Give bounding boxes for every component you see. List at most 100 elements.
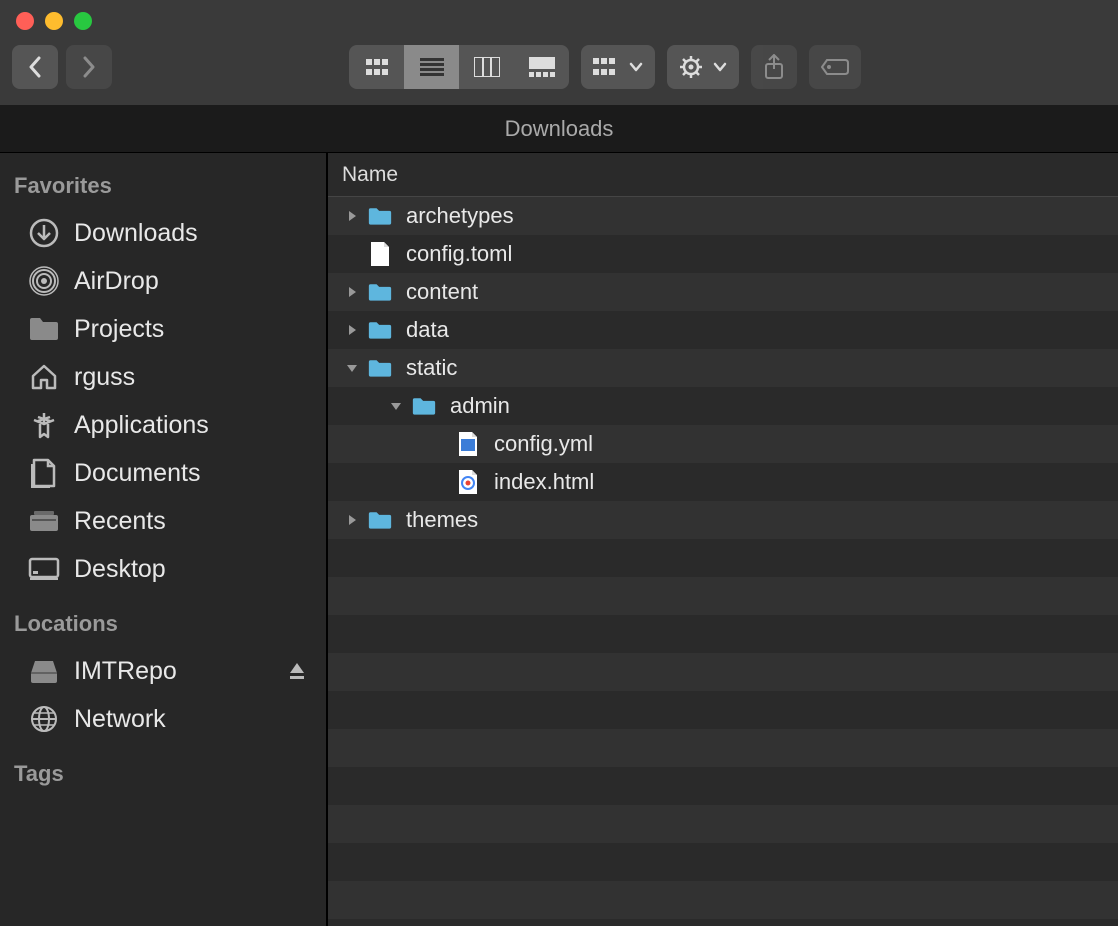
disclosure-closed-icon[interactable]	[342, 282, 362, 302]
sidebar-item-documents[interactable]: Documents	[0, 449, 326, 497]
sidebar-item-label: Applications	[74, 411, 209, 440]
maximize-button[interactable]	[74, 12, 92, 30]
column-view-button[interactable]	[459, 45, 514, 89]
gear-icon	[679, 55, 703, 79]
sidebar-item-rguss[interactable]: rguss	[0, 353, 326, 401]
disclosure-open-icon[interactable]	[342, 358, 362, 378]
sidebar-heading-favorites: Favorites	[0, 167, 326, 209]
sidebar-item-label: AirDrop	[74, 267, 159, 296]
folder-icon	[368, 316, 392, 344]
file-name: themes	[406, 507, 478, 533]
drive-icon	[28, 655, 60, 687]
sidebar-item-recents[interactable]: Recents	[0, 497, 326, 545]
sidebar-item-downloads[interactable]: Downloads	[0, 209, 326, 257]
disclosure-spacer	[430, 434, 450, 454]
recents-icon	[28, 505, 60, 537]
disclosure-closed-icon[interactable]	[342, 206, 362, 226]
column-header-name[interactable]: Name	[328, 153, 1118, 197]
html-file-icon	[456, 468, 480, 496]
sidebar-item-label: Recents	[74, 507, 166, 536]
file-list: archetypes config.toml content data static ad…	[328, 197, 1118, 926]
empty-row	[328, 843, 1118, 881]
disclosure-spacer	[430, 472, 450, 492]
action-button[interactable]	[667, 45, 739, 89]
file-row[interactable]: config.yml	[328, 425, 1118, 463]
empty-row	[328, 691, 1118, 729]
sidebar-item-label: Network	[74, 705, 166, 734]
tag-icon	[821, 58, 849, 76]
eject-icon[interactable]	[288, 661, 306, 681]
empty-row	[328, 653, 1118, 691]
network-icon	[28, 703, 60, 735]
sidebar-item-label: IMTRepo	[74, 657, 177, 686]
file-row[interactable]: admin	[328, 387, 1118, 425]
icon-view-button[interactable]	[349, 45, 404, 89]
disclosure-closed-icon[interactable]	[342, 320, 362, 340]
close-button[interactable]	[16, 12, 34, 30]
file-name: config.yml	[494, 431, 593, 457]
file-name: index.html	[494, 469, 594, 495]
sidebar-item-projects[interactable]: Projects	[0, 305, 326, 353]
chevron-down-icon	[629, 62, 643, 72]
forward-button[interactable]	[66, 45, 112, 89]
sidebar-item-label: rguss	[74, 363, 135, 392]
file-row[interactable]: archetypes	[328, 197, 1118, 235]
file-name: static	[406, 355, 457, 381]
empty-row	[328, 805, 1118, 843]
file-row[interactable]: index.html	[328, 463, 1118, 501]
sidebar-heading-locations: Locations	[0, 605, 326, 647]
disclosure-closed-icon[interactable]	[342, 510, 362, 530]
folder-icon	[368, 506, 392, 534]
empty-row	[328, 615, 1118, 653]
airdrop-icon	[28, 265, 60, 297]
back-button[interactable]	[12, 45, 58, 89]
sidebar-item-desktop[interactable]: Desktop	[0, 545, 326, 593]
file-row[interactable]: themes	[328, 501, 1118, 539]
sidebar-item-label: Desktop	[74, 555, 166, 584]
share-icon	[763, 54, 785, 80]
folder-icon	[368, 202, 392, 230]
file-row[interactable]: content	[328, 273, 1118, 311]
desktop-icon	[28, 553, 60, 585]
view-segmented-control	[349, 45, 569, 89]
folder-icon	[28, 313, 60, 345]
disclosure-spacer	[342, 244, 362, 264]
sidebar-item-network[interactable]: Network	[0, 695, 326, 743]
download-icon	[28, 217, 60, 249]
titlebar	[0, 0, 1118, 105]
empty-row	[328, 881, 1118, 919]
file-name: admin	[450, 393, 510, 419]
list-view-button[interactable]	[404, 45, 459, 89]
disclosure-open-icon[interactable]	[386, 396, 406, 416]
folder-icon	[368, 278, 392, 306]
file-name: content	[406, 279, 478, 305]
minimize-button[interactable]	[45, 12, 63, 30]
empty-row	[328, 577, 1118, 615]
yml-file-icon	[456, 430, 480, 458]
group-by-button[interactable]	[581, 45, 655, 89]
sidebar-item-label: Projects	[74, 315, 164, 344]
home-icon	[28, 361, 60, 393]
share-button[interactable]	[751, 45, 797, 89]
file-row[interactable]: static	[328, 349, 1118, 387]
empty-row	[328, 729, 1118, 767]
window-title: Downloads	[0, 105, 1118, 153]
sidebar-item-airdrop[interactable]: AirDrop	[0, 257, 326, 305]
sidebar-item-applications[interactable]: Applications	[0, 401, 326, 449]
apps-icon	[28, 409, 60, 441]
toolbar	[12, 17, 1106, 89]
tags-button[interactable]	[809, 45, 861, 89]
file-list-pane: Name archetypes config.toml content data sta…	[328, 153, 1118, 926]
folder-icon	[368, 354, 392, 382]
file-row[interactable]: config.toml	[328, 235, 1118, 273]
sidebar-heading-tags: Tags	[0, 755, 326, 797]
sidebar-item-imtrepo[interactable]: IMTRepo	[0, 647, 326, 695]
file-name: config.toml	[406, 241, 512, 267]
sidebar-item-label: Documents	[74, 459, 200, 488]
file-name: data	[406, 317, 449, 343]
gallery-view-button[interactable]	[514, 45, 569, 89]
file-row[interactable]: data	[328, 311, 1118, 349]
traffic-lights	[16, 12, 92, 30]
empty-row	[328, 539, 1118, 577]
empty-row	[328, 767, 1118, 805]
